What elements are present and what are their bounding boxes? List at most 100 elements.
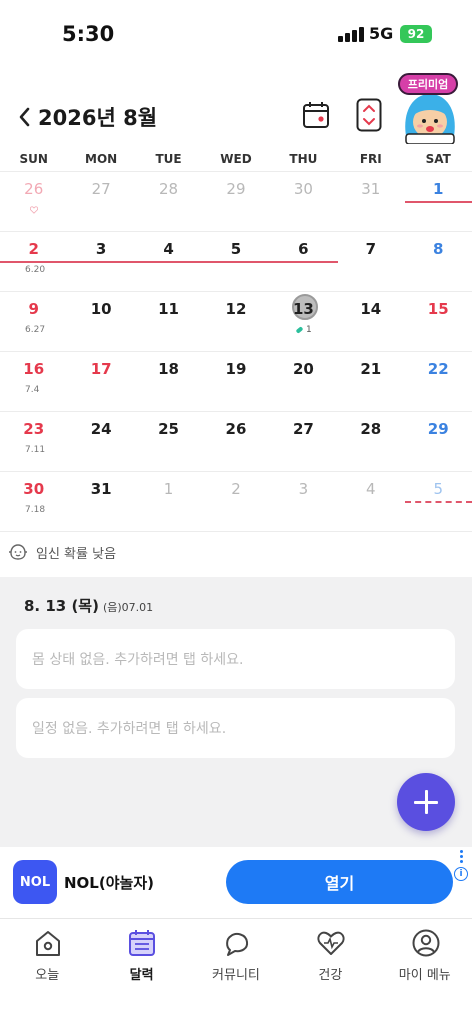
day-cell[interactable]: 24: [67, 412, 134, 472]
day-number: 3: [298, 480, 309, 498]
day-number: 19: [225, 360, 247, 378]
mascot-character-icon[interactable]: [400, 90, 460, 144]
day-number: 23: [23, 420, 45, 438]
ad-app-logo[interactable]: NOL: [13, 860, 57, 904]
day-number: 28: [360, 420, 382, 438]
day-number: 13: [292, 300, 314, 318]
calendar-today-icon[interactable]: [302, 100, 330, 130]
day-number: 4: [366, 480, 376, 498]
expand-toggle-icon[interactable]: [356, 98, 382, 132]
day-cell[interactable]: 9 6.27: [0, 292, 67, 352]
day-cell[interactable]: 26: [202, 412, 269, 472]
day-number: 27: [91, 180, 111, 198]
day-cell[interactable]: 28: [337, 412, 404, 472]
tab-label: 건강: [318, 968, 343, 983]
tab-my-menu[interactable]: 마이 메뉴: [378, 920, 472, 1024]
pregnancy-probability[interactable]: 임신 확률 낮음: [8, 540, 116, 564]
day-cell[interactable]: 21: [337, 352, 404, 412]
body-condition-placeholder: 몸 상태 없음. 추가하려면 탭 하세요.: [32, 652, 244, 668]
info-icon[interactable]: i: [454, 867, 468, 881]
chat-icon: [225, 933, 248, 956]
day-number: 27: [292, 420, 314, 438]
pill-marker: 1: [295, 325, 312, 335]
day-detail-panel: 8. 13 (목) (음)07.01 몸 상태 없음. 추가하려면 탭 하세요. …: [0, 577, 472, 847]
tab-today[interactable]: 오늘: [0, 920, 94, 1024]
day-number: 15: [427, 300, 449, 318]
tab-community[interactable]: 커뮤니티: [189, 920, 283, 1024]
day-cell[interactable]: 14: [337, 292, 404, 352]
calendar-grid: 26 27 28 29 30 31 1 2 6.20 3 4 5 6 7 8 9…: [0, 172, 472, 532]
day-cell[interactable]: 15: [405, 292, 472, 352]
ad-open-button[interactable]: 열기: [226, 860, 453, 904]
premium-badge[interactable]: 프리미엄: [398, 73, 458, 95]
schedule-card[interactable]: 일정 없음. 추가하려면 탭 하세요.: [16, 698, 455, 758]
lunar-date-label: 6.20: [25, 265, 46, 275]
day-number: 21: [360, 360, 382, 378]
signal-icon: [338, 26, 364, 42]
body-condition-card[interactable]: 몸 상태 없음. 추가하려면 탭 하세요.: [16, 629, 455, 689]
day-cell[interactable]: 22: [405, 352, 472, 412]
tab-calendar[interactable]: 달력: [94, 920, 188, 1024]
day-cell[interactable]: 18: [135, 352, 202, 412]
network-label: 5G: [369, 24, 394, 43]
day-cell[interactable]: 28: [135, 172, 202, 232]
chevron-left-icon[interactable]: [16, 104, 34, 130]
day-number: 29: [226, 180, 246, 198]
heart-pulse-icon: [317, 931, 345, 955]
day-cell[interactable]: 29: [405, 412, 472, 472]
day-cell-today[interactable]: 13: [270, 292, 337, 352]
tab-label: 커뮤니티: [212, 968, 260, 983]
day-cell[interactable]: 19: [202, 352, 269, 412]
day-cell[interactable]: 30: [270, 172, 337, 232]
weekday-mon: MON: [85, 152, 118, 166]
day-cell[interactable]: 2: [202, 472, 269, 532]
day-cell[interactable]: 27: [270, 412, 337, 472]
day-number: 17: [90, 360, 112, 378]
week-row: 30 7.18 31 1 2 3 4 5: [0, 472, 472, 532]
day-number: 4: [163, 240, 174, 258]
day-cell[interactable]: 10: [67, 292, 134, 352]
month-title[interactable]: 2026년 8월: [38, 102, 157, 132]
week-row: 2 6.20 3 4 5 6 7 8: [0, 232, 472, 292]
day-cell[interactable]: 12: [202, 292, 269, 352]
tab-label: 마이 메뉴: [398, 968, 451, 983]
period-bar: [405, 201, 472, 203]
day-cell[interactable]: 26: [0, 172, 67, 232]
day-cell[interactable]: 23 7.11: [0, 412, 67, 472]
day-cell[interactable]: 31: [337, 172, 404, 232]
weekday-sun: SUN: [19, 152, 48, 166]
day-cell[interactable]: 17: [67, 352, 134, 412]
weekday-sat: SAT: [425, 152, 451, 166]
day-number: 25: [158, 420, 179, 438]
day-cell[interactable]: 31: [67, 472, 134, 532]
day-cell[interactable]: 8: [405, 232, 472, 292]
lunar-date-label: 7.4: [25, 385, 40, 395]
day-number: 26: [24, 180, 44, 198]
bottom-tab-bar: 오늘 달력 커뮤니티 건강 마이 메뉴: [0, 920, 472, 1024]
day-number: 6: [298, 240, 309, 258]
selected-lunar-date: (음)07.01: [102, 601, 154, 614]
day-cell[interactable]: 16 7.4: [0, 352, 67, 412]
day-number: 5: [433, 480, 444, 498]
day-cell[interactable]: 29: [202, 172, 269, 232]
day-cell[interactable]: 20: [270, 352, 337, 412]
day-number: 10: [90, 300, 112, 318]
day-cell[interactable]: 3: [270, 472, 337, 532]
day-cell[interactable]: 25: [135, 412, 202, 472]
day-cell[interactable]: 11: [135, 292, 202, 352]
day-number: 22: [427, 360, 449, 378]
day-cell[interactable]: 1: [135, 472, 202, 532]
day-cell[interactable]: 4: [337, 472, 404, 532]
lunar-date-label: 6.27: [25, 325, 46, 335]
baby-face-icon: [9, 544, 27, 560]
day-cell[interactable]: 30 7.18: [0, 472, 67, 532]
tab-label: 달력: [129, 968, 154, 983]
pill-icon: [295, 325, 304, 334]
predicted-period-bar: [405, 501, 472, 503]
ad-app-name[interactable]: NOL(야놀자): [64, 872, 154, 893]
day-cell[interactable]: 7: [337, 232, 404, 292]
add-entry-button[interactable]: [397, 773, 455, 831]
more-vertical-icon[interactable]: [458, 850, 464, 866]
day-cell[interactable]: 27: [67, 172, 134, 232]
tab-health[interactable]: 건강: [283, 920, 377, 1024]
